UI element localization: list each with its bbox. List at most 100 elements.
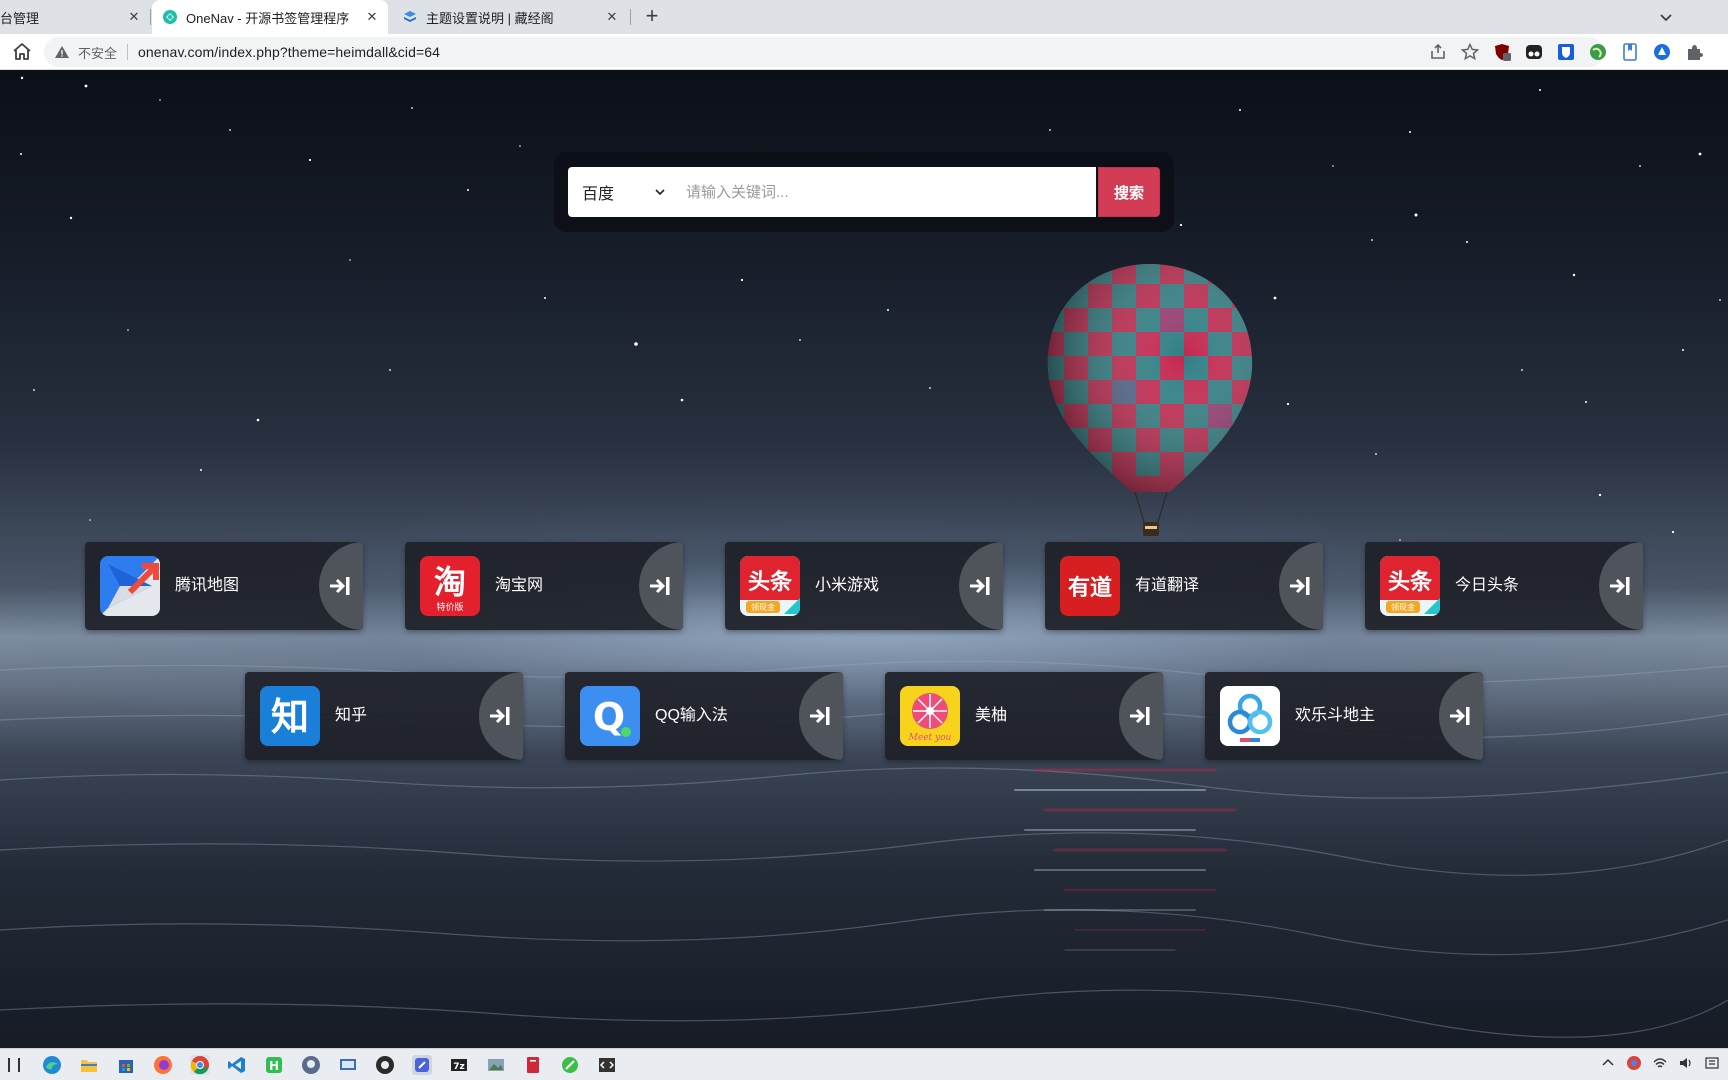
- volume-icon[interactable]: [1678, 1055, 1694, 1071]
- bitwarden-extension-icon[interactable]: [1556, 42, 1576, 62]
- address-bar[interactable]: 不安全 onenav.com/index.php?theme=heimdall&…: [44, 37, 1604, 67]
- toutiao-icon-subtext: 领现金: [751, 602, 775, 612]
- tab-close-icon[interactable]: ✕: [604, 9, 620, 25]
- note-app-icon[interactable]: [412, 1055, 432, 1075]
- home-icon[interactable]: [10, 40, 34, 64]
- extensions-puzzle-icon[interactable]: [1684, 42, 1704, 62]
- bookmark-card[interactable]: 头条 领现金 小米游戏: [725, 542, 1003, 630]
- 7zip-icon[interactable]: 7z: [449, 1055, 469, 1075]
- tab-close-icon[interactable]: ✕: [126, 9, 142, 25]
- share-icon[interactable]: [1428, 42, 1448, 62]
- chrome-icon[interactable]: [190, 1055, 210, 1075]
- open-link-icon: [1450, 707, 1470, 725]
- meiyou-icon: Meet you: [900, 686, 960, 746]
- remote-desktop-icon[interactable]: [338, 1055, 358, 1075]
- red-app-icon[interactable]: [523, 1055, 543, 1075]
- open-link-icon: [1290, 577, 1310, 595]
- bookmark-card[interactable]: 有道 有道翻译: [1045, 542, 1323, 630]
- tab-title: 后台管理: [0, 10, 40, 26]
- taobao-icon-subtext: 特价版: [436, 601, 463, 613]
- doudizhu-icon: [1220, 686, 1280, 746]
- bookmark-label: QQ输入法: [655, 707, 728, 724]
- ime-icon[interactable]: [1704, 1055, 1720, 1071]
- security-label[interactable]: 不安全: [78, 43, 117, 62]
- tab-list-chevron-icon[interactable]: [1654, 5, 1678, 29]
- search-engine-select[interactable]: 百度: [568, 167, 672, 217]
- meiyou-icon-text: Meet you: [908, 733, 952, 743]
- bookmark-card[interactable]: Meet you 美柚: [885, 672, 1163, 760]
- open-link-button[interactable]: [799, 672, 843, 760]
- hot-air-balloon-image: [1047, 264, 1253, 536]
- chrome-tray-icon[interactable]: [1626, 1055, 1642, 1071]
- edge-icon[interactable]: [42, 1055, 62, 1075]
- open-link-button[interactable]: [479, 672, 523, 760]
- store-icon[interactable]: [116, 1055, 136, 1075]
- tab-close-icon[interactable]: ✕: [364, 9, 380, 25]
- bookmark-label: 美柚: [975, 707, 1008, 724]
- zhihu-icon: 知: [260, 686, 320, 746]
- tab-title: 主题设置说明 | 藏经阁: [426, 10, 554, 26]
- toutiao-icon-text: 头条: [1388, 569, 1433, 595]
- search-input[interactable]: [672, 167, 1096, 217]
- image-viewer-icon[interactable]: [486, 1055, 506, 1075]
- tencent-map-icon: [100, 556, 160, 616]
- open-link-button[interactable]: [319, 542, 363, 630]
- open-link-icon: [330, 577, 350, 595]
- search-button[interactable]: 搜索: [1098, 167, 1160, 217]
- vscode-icon[interactable]: [227, 1055, 247, 1075]
- bookmark-extension-icon[interactable]: [1620, 42, 1640, 62]
- hbuilder-icon[interactable]: H: [264, 1055, 284, 1075]
- tab-onenav[interactable]: OneNav - 开源书签管理程序 ✕: [152, 0, 388, 34]
- toutiao-icon-text: 头条: [748, 569, 793, 595]
- tab-divider: [150, 9, 151, 25]
- obs-icon[interactable]: [375, 1055, 395, 1075]
- open-link-button[interactable]: [1119, 672, 1163, 760]
- search-panel: 百度 搜索: [554, 152, 1174, 232]
- open-link-button[interactable]: [639, 542, 683, 630]
- bookmark-card[interactable]: 头条 领现金 今日头条: [1365, 542, 1643, 630]
- taobao-icon-text: 淘: [434, 563, 466, 601]
- bookmark-card[interactable]: Q QQ输入法: [565, 672, 843, 760]
- youdao-icon: 有道: [1060, 556, 1120, 616]
- bookmark-label: 知乎: [335, 707, 368, 724]
- open-link-button[interactable]: [1599, 542, 1643, 630]
- starfield-background: [20, 76, 1721, 541]
- code-editor-icon[interactable]: [597, 1055, 617, 1075]
- tab-theme-docs[interactable]: 主题设置说明 | 藏经阁 ✕: [392, 0, 628, 34]
- system-tray: [1600, 1055, 1720, 1071]
- bookmark-card[interactable]: 腾讯地图: [85, 542, 363, 630]
- youdao-icon-text: 有道: [1068, 575, 1112, 601]
- url-text[interactable]: onenav.com/index.php?theme=heimdall&cid=…: [138, 44, 440, 60]
- bookmark-card[interactable]: 淘 特价版 淘宝网: [405, 542, 683, 630]
- open-link-icon: [1130, 707, 1150, 725]
- open-link-button[interactable]: [959, 542, 1003, 630]
- open-link-button[interactable]: [1279, 542, 1323, 630]
- open-link-button[interactable]: [1439, 672, 1483, 760]
- chevron-up-icon[interactable]: [1600, 1055, 1616, 1071]
- open-link-icon: [970, 577, 990, 595]
- file-explorer-icon[interactable]: [79, 1055, 99, 1075]
- wifi-icon[interactable]: [1652, 1055, 1668, 1071]
- bookmark-card[interactable]: 知 知乎: [245, 672, 523, 760]
- task-view-icon[interactable]: [2, 1055, 26, 1075]
- tab-divider: [630, 9, 631, 25]
- taskbar: H 7z: [0, 1048, 1728, 1080]
- bookmark-label: 腾讯地图: [175, 577, 240, 594]
- green-app-icon[interactable]: [560, 1055, 580, 1075]
- warning-icon[interactable]: [54, 44, 70, 60]
- tampermonkey-extension-icon[interactable]: [1524, 42, 1544, 62]
- github-icon[interactable]: [301, 1055, 321, 1075]
- onenav-extension-icon[interactable]: [1652, 42, 1672, 62]
- firefox-icon[interactable]: [153, 1055, 173, 1075]
- bookmark-card[interactable]: 欢乐斗地主: [1205, 672, 1483, 760]
- taobao-icon: 淘 特价版: [420, 556, 480, 616]
- ublock-extension-icon[interactable]: [1492, 42, 1512, 62]
- page-background: 百度 搜索 腾讯地图 淘 特价版 淘宝网: [0, 70, 1728, 1048]
- tab-admin[interactable]: 后台管理 ✕: [0, 0, 150, 34]
- star-icon[interactable]: [1460, 42, 1480, 62]
- svg-text:H: H: [269, 1059, 279, 1073]
- earth-extension-icon[interactable]: [1588, 42, 1608, 62]
- bookmark-label: 欢乐斗地主: [1295, 707, 1376, 724]
- new-tab-button[interactable]: +: [640, 5, 664, 29]
- omnibox-divider: [127, 44, 129, 60]
